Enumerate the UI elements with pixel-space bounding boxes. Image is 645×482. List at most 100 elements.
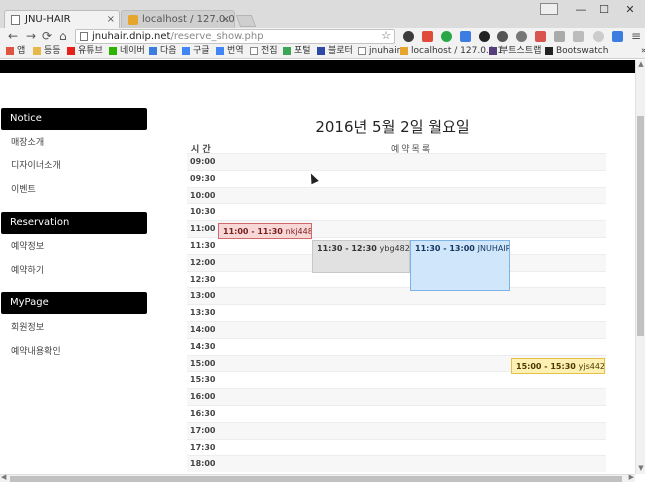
close-window-button[interactable]: ✕ — [620, 2, 640, 18]
bookmark-star-icon[interactable]: ☆ — [381, 29, 391, 42]
scroll-down-arrow[interactable]: ▼ — [636, 464, 645, 474]
tab-localhost[interactable]: localhost / 127.0.0.1 / jnu × — [121, 10, 235, 28]
sidebar-item-make-reservation[interactable]: 예약하기 — [11, 265, 44, 277]
time-slot-label: 17:30 — [190, 442, 216, 452]
sidebar-heading-mypage[interactable]: MyPage — [1, 292, 147, 314]
sidebar-heading-reservation[interactable]: Reservation — [1, 212, 147, 234]
time-slot-label: 12:00 — [190, 257, 216, 267]
tab-title: JNU-HAIR — [25, 14, 71, 25]
bookmark-jnuhair[interactable]: jnuhair — [358, 45, 400, 58]
bloter-icon — [317, 47, 325, 55]
bookmarks-overflow-button[interactable]: » — [630, 45, 645, 58]
time-slot-row: 12:30 — [187, 270, 606, 288]
bookmark-daum[interactable]: 다음 — [149, 45, 177, 58]
hscroll-thumb[interactable] — [10, 476, 622, 482]
bookmark-label: 포털 — [294, 46, 311, 56]
portal-icon — [283, 47, 291, 55]
phpmyadmin-icon — [400, 47, 408, 55]
scroll-right-arrow[interactable]: ▶ — [629, 473, 634, 481]
tab-close-icon[interactable]: × — [107, 11, 115, 28]
sidebar-item-designer-intro[interactable]: 디자이너소개 — [11, 160, 61, 172]
sidebar-item-event[interactable]: 이벤트 — [11, 184, 36, 196]
chrome-menu-icon[interactable]: ≡ — [631, 28, 641, 45]
time-slot-label: 12:30 — [190, 274, 216, 284]
new-tab-button[interactable] — [235, 15, 257, 27]
extension-icon[interactable] — [479, 31, 490, 42]
sidebar-item-store-intro[interactable]: 매장소개 — [11, 137, 44, 149]
browser-toolbar: ← → ⟳ ⌂ jnuhair.dnip.net/reserve_show.ph… — [0, 28, 645, 45]
sidebar-item-reservation-info[interactable]: 예약정보 — [11, 241, 44, 253]
bookmark-google[interactable]: 구글 — [182, 45, 210, 58]
page-info-icon[interactable] — [80, 32, 88, 41]
extension-icon[interactable] — [573, 31, 584, 42]
scroll-left-arrow[interactable]: ◀ — [1, 473, 6, 481]
time-slot-label: 14:30 — [190, 341, 216, 351]
home-icon[interactable]: ⌂ — [59, 28, 67, 45]
sidebar-item-check-reservation[interactable]: 예약내용확인 — [11, 346, 61, 358]
extension-icon[interactable] — [516, 31, 527, 42]
bookmark-label: 네이버 — [120, 46, 145, 56]
extension-icon[interactable] — [497, 31, 508, 42]
reservation-block[interactable]: 11:00 - 11:30 nkj4488 — [218, 223, 312, 239]
phpmyadmin-icon — [128, 15, 138, 25]
horizontal-scrollbar[interactable]: ◀ ▶ — [0, 473, 635, 482]
bookmark-label: 유튜브 — [78, 46, 103, 56]
bookmark-bloter[interactable]: 블로터 — [317, 45, 353, 58]
bookmark-label: 블로터 — [328, 46, 353, 56]
extension-icon[interactable] — [535, 31, 546, 42]
bookmark-naver[interactable]: 네이버 — [109, 45, 145, 58]
reload-icon[interactable]: ⟳ — [42, 28, 52, 45]
minimize-button[interactable]: — — [571, 2, 591, 18]
time-slot-row: 16:30 — [187, 405, 606, 422]
tab-close-icon[interactable]: × — [222, 11, 230, 28]
bookmark-youtube[interactable]: 유튜브 — [67, 45, 103, 58]
bookmark-apps[interactable]: 앱 — [6, 45, 25, 58]
time-slot-row: 17:30 — [187, 438, 606, 456]
reservation-user: nkj4488 — [285, 227, 311, 236]
time-slot-row: 13:30 — [187, 304, 606, 321]
sidebar-heading-notice[interactable]: Notice — [1, 108, 147, 130]
scroll-up-arrow[interactable]: ▲ — [636, 60, 645, 70]
tab-jnu-hair[interactable]: JNU-HAIR × — [4, 10, 120, 28]
schedule-date-title: 2016년 5월 2일 월요일 — [315, 118, 470, 136]
time-slot-label: 09:30 — [190, 173, 216, 183]
bookmark-translate[interactable]: 번역 — [216, 45, 244, 58]
browser-titlebar: JNU-HAIR × localhost / 127.0.0.1 / jnu ×… — [0, 0, 645, 28]
bookmark-label: 전집 — [261, 46, 278, 56]
bookmark-portal[interactable]: 포털 — [283, 45, 311, 58]
reservation-time: 11:30 - 12:30 — [317, 244, 377, 253]
time-slot-label: 10:30 — [190, 207, 216, 217]
bookmark-folder[interactable]: 등등 — [33, 45, 61, 58]
extension-icon[interactable] — [422, 31, 433, 42]
sidebar-item-member-info[interactable]: 회원정보 — [11, 322, 44, 334]
bookmark-localhost[interactable]: localhost / 127.0.0.1 — [400, 45, 503, 58]
extension-icon[interactable] — [403, 31, 414, 42]
bookmarks-bar: 앱 등등 유튜브 네이버 다음 구글 번역 전집 포털 블로터 jnuhair … — [0, 45, 645, 59]
reservation-time: 11:30 - 13:00 — [415, 244, 475, 253]
download-icon[interactable] — [612, 31, 623, 42]
profile-icon[interactable] — [540, 3, 558, 15]
reservation-block[interactable]: 11:30 - 13:00 JNUHAIR — [410, 240, 510, 291]
vertical-scrollbar[interactable]: ▲ ▼ — [635, 60, 645, 474]
reservation-block[interactable]: 11:30 - 12:30 ybg4828 — [312, 240, 410, 273]
extension-icon[interactable] — [554, 31, 565, 42]
forward-icon[interactable]: → — [26, 28, 36, 45]
time-slot-row: 13:00 — [187, 287, 606, 305]
extension-icon[interactable] — [593, 31, 604, 42]
maximize-button[interactable]: ☐ — [594, 2, 614, 18]
url-path: /reserve_show.php — [170, 31, 264, 42]
address-bar[interactable]: jnuhair.dnip.net/reserve_show.php ☆ — [75, 29, 395, 44]
back-icon[interactable]: ← — [8, 28, 18, 45]
reservation-user: ybg4828 — [379, 244, 410, 253]
bookmark-bootswatch[interactable]: Bootswatch — [545, 45, 608, 58]
time-slot-label: 13:30 — [190, 308, 216, 318]
bookmark-label: 등등 — [44, 46, 61, 56]
time-slot-label: 16:30 — [190, 409, 216, 418]
bookmark-collection[interactable]: 전집 — [250, 45, 278, 58]
time-slot-label: 18:00 — [190, 459, 216, 469]
translate-icon[interactable] — [460, 31, 471, 42]
reservation-block[interactable]: 15:00 - 15:30 yjs4423 — [511, 358, 605, 374]
scroll-thumb[interactable] — [637, 116, 644, 336]
extension-icon[interactable] — [441, 31, 452, 42]
bookmark-bootstrap[interactable]: 부트스트랩 — [489, 45, 541, 58]
